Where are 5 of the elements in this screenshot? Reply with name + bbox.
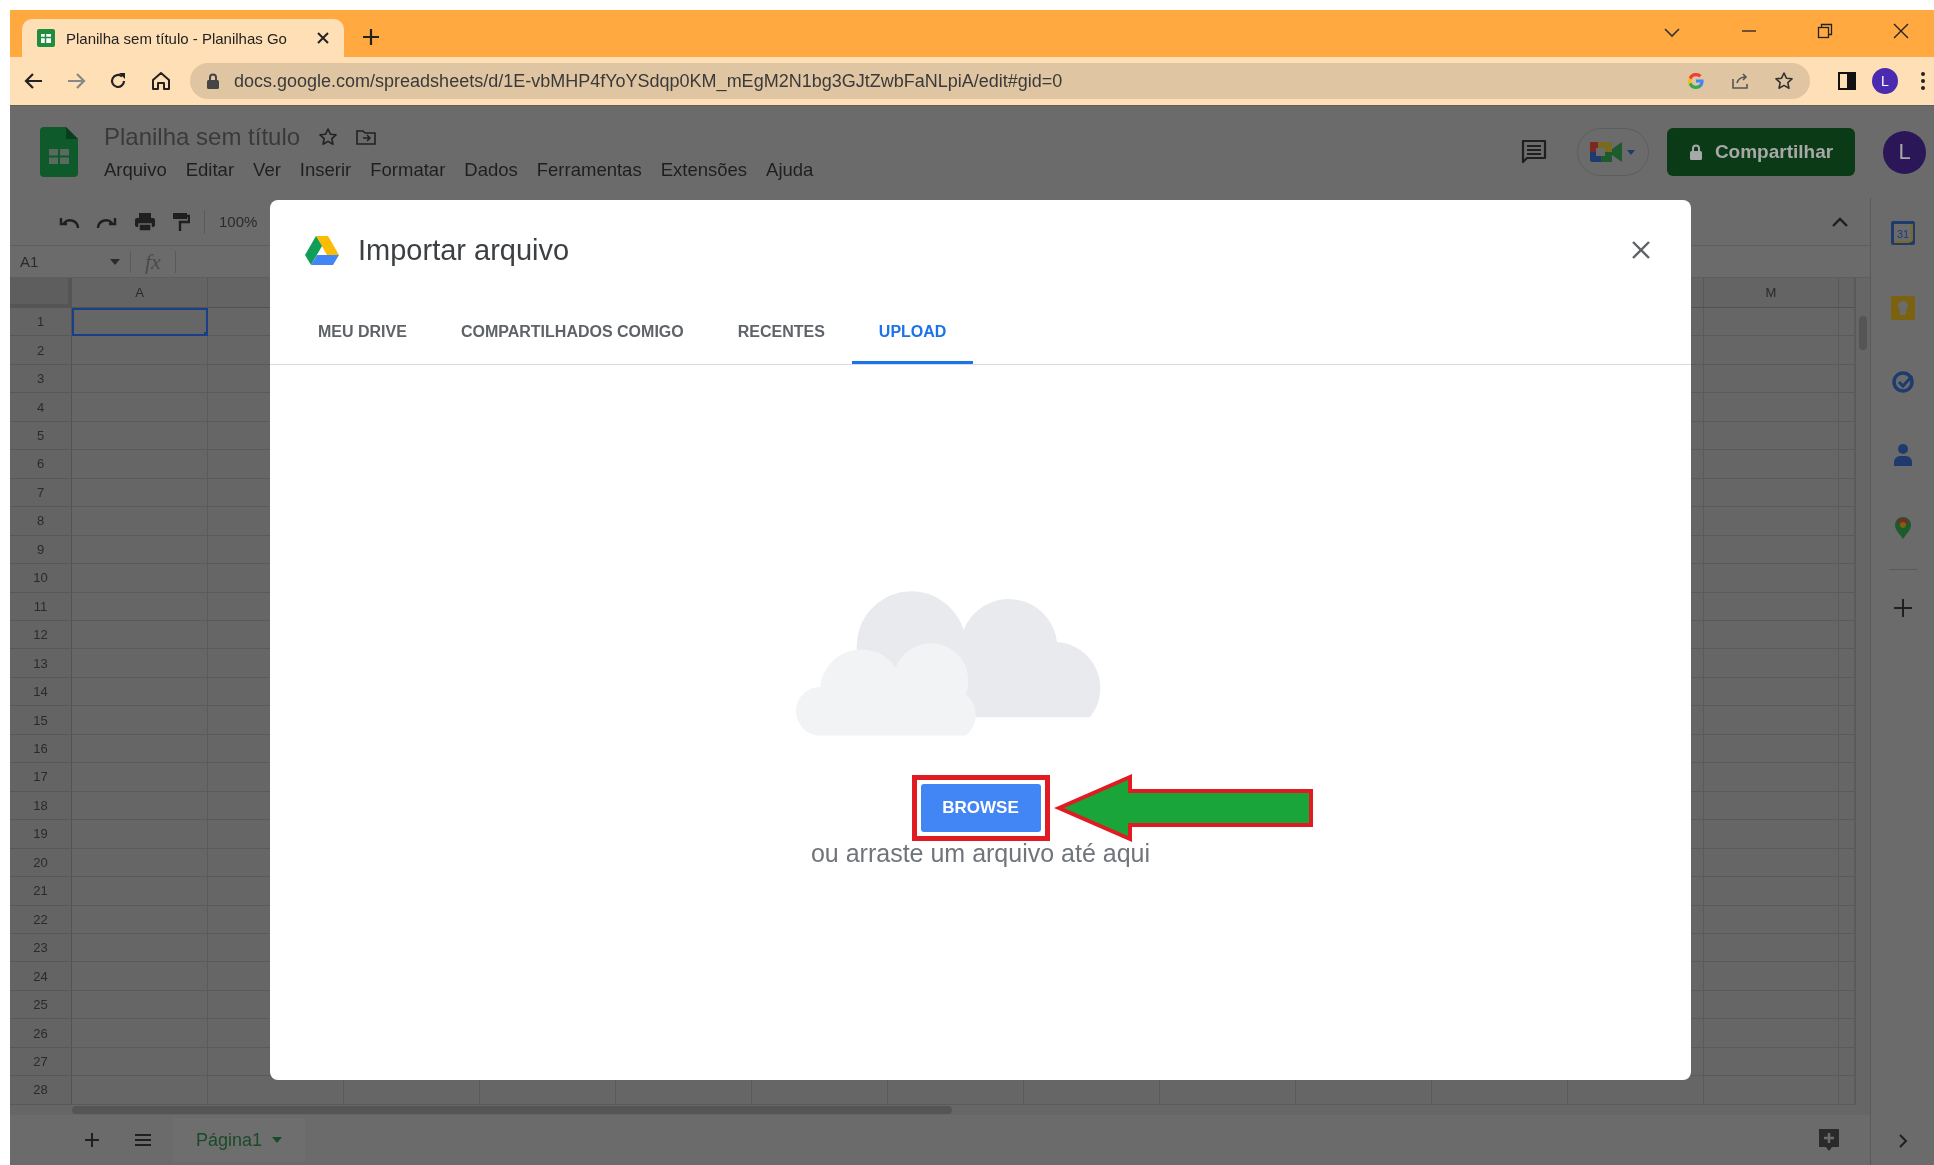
url-text: docs.google.com/spreadsheets/d/1E-vbMHP4fYoYSdqp0KM_mEgM2N1bg3GJtZwbFaNLpiA/edit#gid=0 <box>234 70 1063 92</box>
dialog-title: Importar arquivo <box>358 233 570 267</box>
drop-hint: ou arraste um arquivo até aqui <box>810 839 1151 868</box>
tab-title: Planilha sem título - Planilhas Go <box>66 29 288 47</box>
cell-reference: A1 <box>20 253 39 270</box>
